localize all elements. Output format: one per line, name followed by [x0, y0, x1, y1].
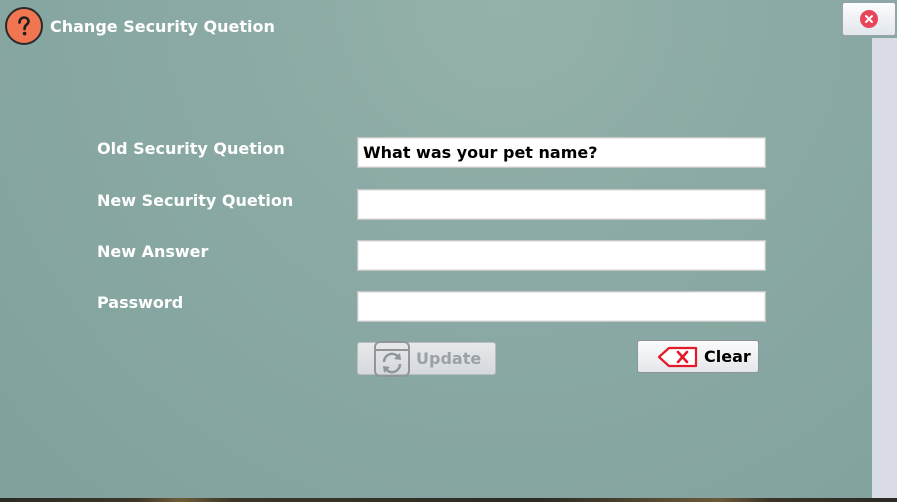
password-label: Password — [97, 293, 184, 312]
clear-icon — [657, 346, 699, 368]
new-answer-input[interactable] — [357, 240, 766, 271]
question-mark-icon — [5, 7, 43, 45]
new-security-question-label: New Security Quetion — [97, 191, 294, 210]
bottom-edge — [0, 498, 897, 502]
refresh-icon — [373, 340, 411, 378]
old-security-question-input[interactable] — [357, 137, 766, 168]
window-title: Change Security Quetion — [50, 17, 275, 36]
clear-button[interactable]: Clear — [637, 340, 759, 373]
close-icon — [860, 10, 878, 28]
new-answer-label: New Answer — [97, 242, 209, 261]
dialog-window: Change Security Quetion Old Security Que… — [0, 0, 872, 498]
clear-button-label: Clear — [704, 347, 751, 366]
update-button[interactable]: Update — [357, 340, 496, 378]
old-security-question-label: Old Security Quetion — [97, 139, 285, 158]
close-button[interactable] — [842, 2, 896, 36]
new-security-question-input[interactable] — [357, 189, 766, 220]
update-button-label: Update — [416, 349, 482, 368]
right-edge-panel — [872, 38, 897, 498]
password-input[interactable] — [357, 291, 766, 322]
